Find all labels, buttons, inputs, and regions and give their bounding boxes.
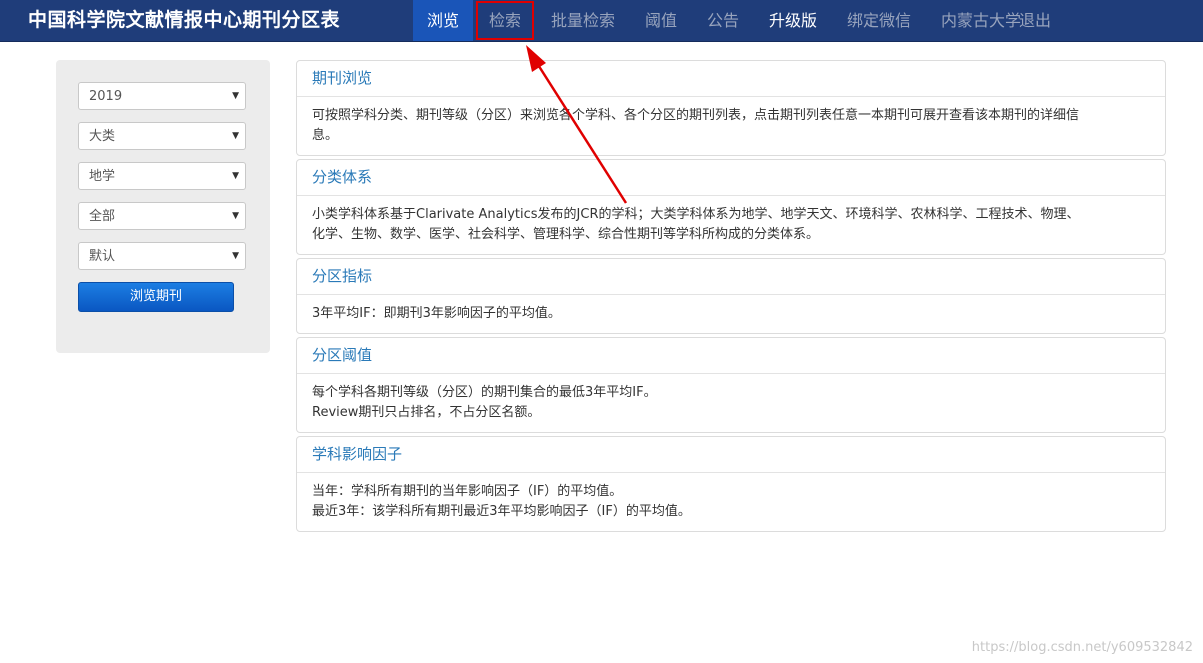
annotation-arrow-line [533, 59, 628, 204]
watermark-text: https://blog.csdn.net/y609532842 [971, 640, 1193, 655]
annotation-arrow [526, 45, 628, 204]
annotation-arrowhead-icon [526, 45, 546, 72]
